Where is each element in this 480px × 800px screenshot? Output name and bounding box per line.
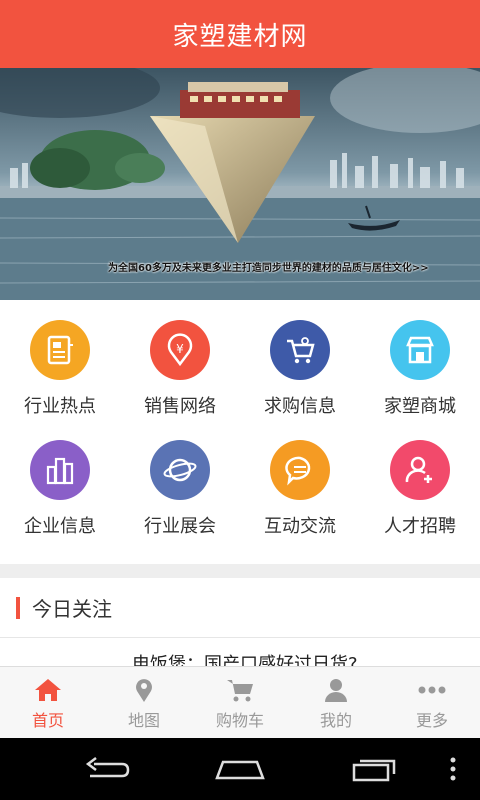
back-icon[interactable] [82, 756, 130, 782]
grid-item-exhibitions[interactable]: 行业展会 [120, 440, 240, 570]
grid-item-label: 企业信息 [24, 516, 96, 537]
home-nav-icon[interactable] [214, 756, 266, 782]
recents-icon[interactable] [350, 756, 398, 782]
banner-caption: 为全国60多万及未来更多业主打造同步世界的建材的品质与居住文化>> [108, 263, 429, 274]
svg-text:¥: ¥ [176, 342, 184, 356]
cart-icon [227, 680, 253, 702]
tab-label: 购物车 [215, 711, 264, 730]
grid-item-mall[interactable]: 家塑商城 [360, 320, 480, 440]
person-icon [325, 679, 347, 702]
section-header: 今日关注 [0, 578, 480, 638]
grid-item-label: 求购信息 [264, 396, 336, 417]
map-pin-icon [136, 679, 152, 702]
title-bar: 家塑建材网 [0, 0, 480, 68]
tab-cart[interactable]: 购物车 [192, 667, 288, 738]
tab-map[interactable]: 地图 [96, 667, 192, 738]
section-title: 今日关注 [32, 597, 112, 621]
tab-more[interactable]: 更多 [384, 667, 480, 738]
add-user-icon [390, 440, 450, 500]
app-title: 家塑建材网 [172, 21, 308, 52]
system-nav-bar [0, 738, 480, 800]
more-icon [418, 686, 446, 694]
feature-grid: 行业热点 ¥ 销售网络 求购信息 家塑商城 企业信息 行业展会 互动交流 人才招… [0, 300, 480, 564]
grid-item-purchase-info[interactable]: 求购信息 [240, 320, 360, 440]
grid-item-label: 互动交流 [264, 516, 336, 537]
tab-label: 更多 [415, 711, 448, 730]
grid-item-label: 行业展会 [144, 516, 216, 537]
tab-label: 地图 [127, 711, 160, 730]
globe-icon [150, 440, 210, 500]
store-icon [390, 320, 450, 380]
grid-item-recruitment[interactable]: 人才招聘 [360, 440, 480, 570]
bottom-tab-bar: 首页 地图 购物车 我的 更多 [0, 666, 480, 738]
tab-profile[interactable]: 我的 [288, 667, 384, 738]
overflow-menu-icon[interactable] [448, 756, 458, 782]
grid-item-industry-news[interactable]: 行业热点 [0, 320, 120, 440]
banner-carousel[interactable]: 为全国60多万及未来更多业主打造同步世界的建材的品质与居住文化>> [0, 68, 480, 300]
news-icon [30, 320, 90, 380]
grid-item-company-info[interactable]: 企业信息 [0, 440, 120, 570]
cart-icon [270, 320, 330, 380]
tab-home[interactable]: 首页 [0, 667, 96, 738]
chat-icon [270, 440, 330, 500]
home-icon [35, 679, 61, 701]
section-divider [0, 564, 480, 578]
grid-item-label: 人才招聘 [384, 516, 456, 537]
section-accent-bar [16, 596, 20, 619]
grid-item-label: 销售网络 [144, 396, 216, 417]
buildings-icon [30, 440, 90, 500]
grid-item-interaction[interactable]: 互动交流 [240, 440, 360, 570]
tab-label: 首页 [31, 711, 64, 730]
grid-item-sales-network[interactable]: ¥ 销售网络 [120, 320, 240, 440]
grid-item-label: 家塑商城 [384, 396, 456, 417]
grid-item-label: 行业热点 [24, 396, 96, 417]
news-list: 电饭煲：国产口感好过日货? [0, 638, 480, 668]
tab-label: 我的 [319, 711, 352, 730]
yen-pin-icon: ¥ [150, 320, 210, 380]
